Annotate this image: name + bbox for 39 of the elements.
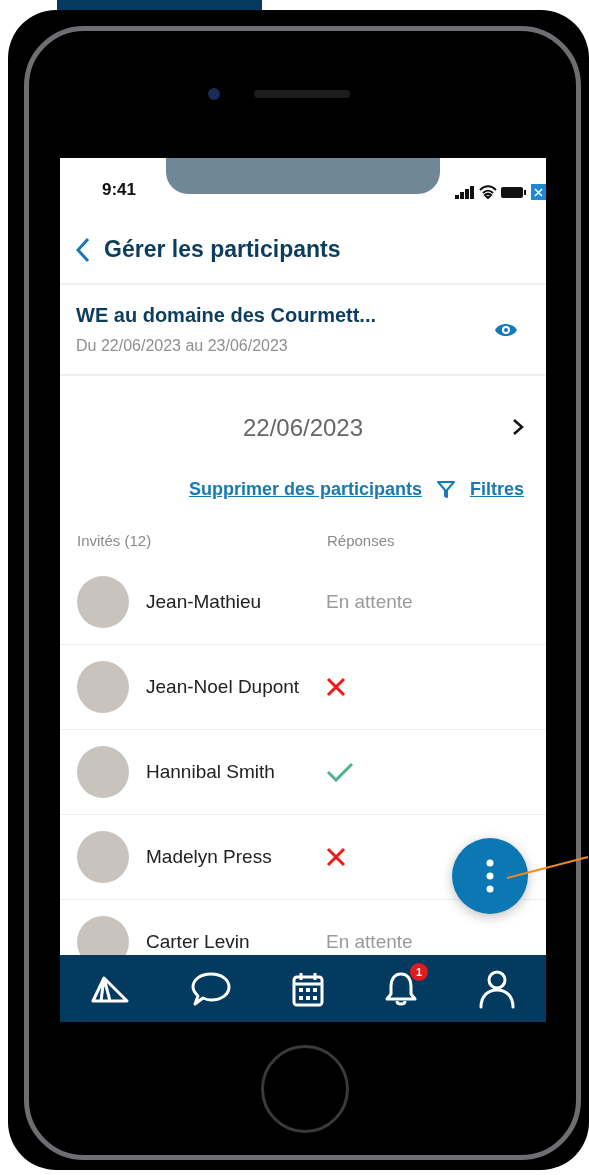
avatar (77, 916, 129, 955)
wifi-icon (479, 185, 497, 199)
participant-name: Hannibal Smith (146, 761, 276, 783)
back-chevron-icon[interactable] (76, 236, 90, 263)
battery-icon (501, 185, 527, 199)
person-icon[interactable] (478, 968, 516, 1009)
signal-icon (455, 185, 475, 199)
participant-name: Jean-Mathieu (146, 591, 263, 613)
response-status: En attente (326, 931, 413, 953)
event-title: WE au domaine des Courmett... (76, 304, 378, 327)
filter-icon[interactable] (435, 479, 456, 499)
avatar (77, 576, 129, 628)
more-vertical-icon (486, 859, 494, 893)
calendar-icon[interactable] (292, 970, 324, 1007)
status-time: 9:41 (102, 180, 137, 200)
close-icon[interactable] (531, 184, 546, 200)
screen-title: Gérer les participants (104, 236, 341, 263)
selected-date: 22/06/2023 (242, 413, 364, 442)
event-dates: Du 22/06/2023 au 23/06/2023 (76, 337, 289, 355)
bell-icon[interactable] (384, 970, 418, 1007)
avatar (77, 831, 129, 883)
checkmark-icon (326, 762, 354, 782)
participant-name: Carter Levin (146, 931, 251, 953)
column-header: Réponses (327, 532, 395, 549)
filters-link[interactable]: Filtres (469, 479, 524, 500)
column-header: Invités (12) (77, 532, 153, 549)
notification-badge: 1 (410, 962, 428, 981)
chat-bubble-icon[interactable] (190, 970, 232, 1007)
camera-icon (208, 88, 220, 100)
avatar (77, 661, 129, 713)
more-actions-button[interactable] (452, 838, 528, 914)
participant-name: Jean-Noel Dupont (146, 676, 301, 698)
cross-icon (326, 677, 346, 697)
response-status: En attente (326, 591, 413, 613)
remove-participants-link[interactable]: Supprimer des participants (188, 479, 422, 500)
participant-name: Madelyn Press (146, 846, 273, 868)
chevron-right-icon[interactable] (512, 418, 524, 436)
cross-icon (326, 847, 346, 867)
avatar (77, 746, 129, 798)
